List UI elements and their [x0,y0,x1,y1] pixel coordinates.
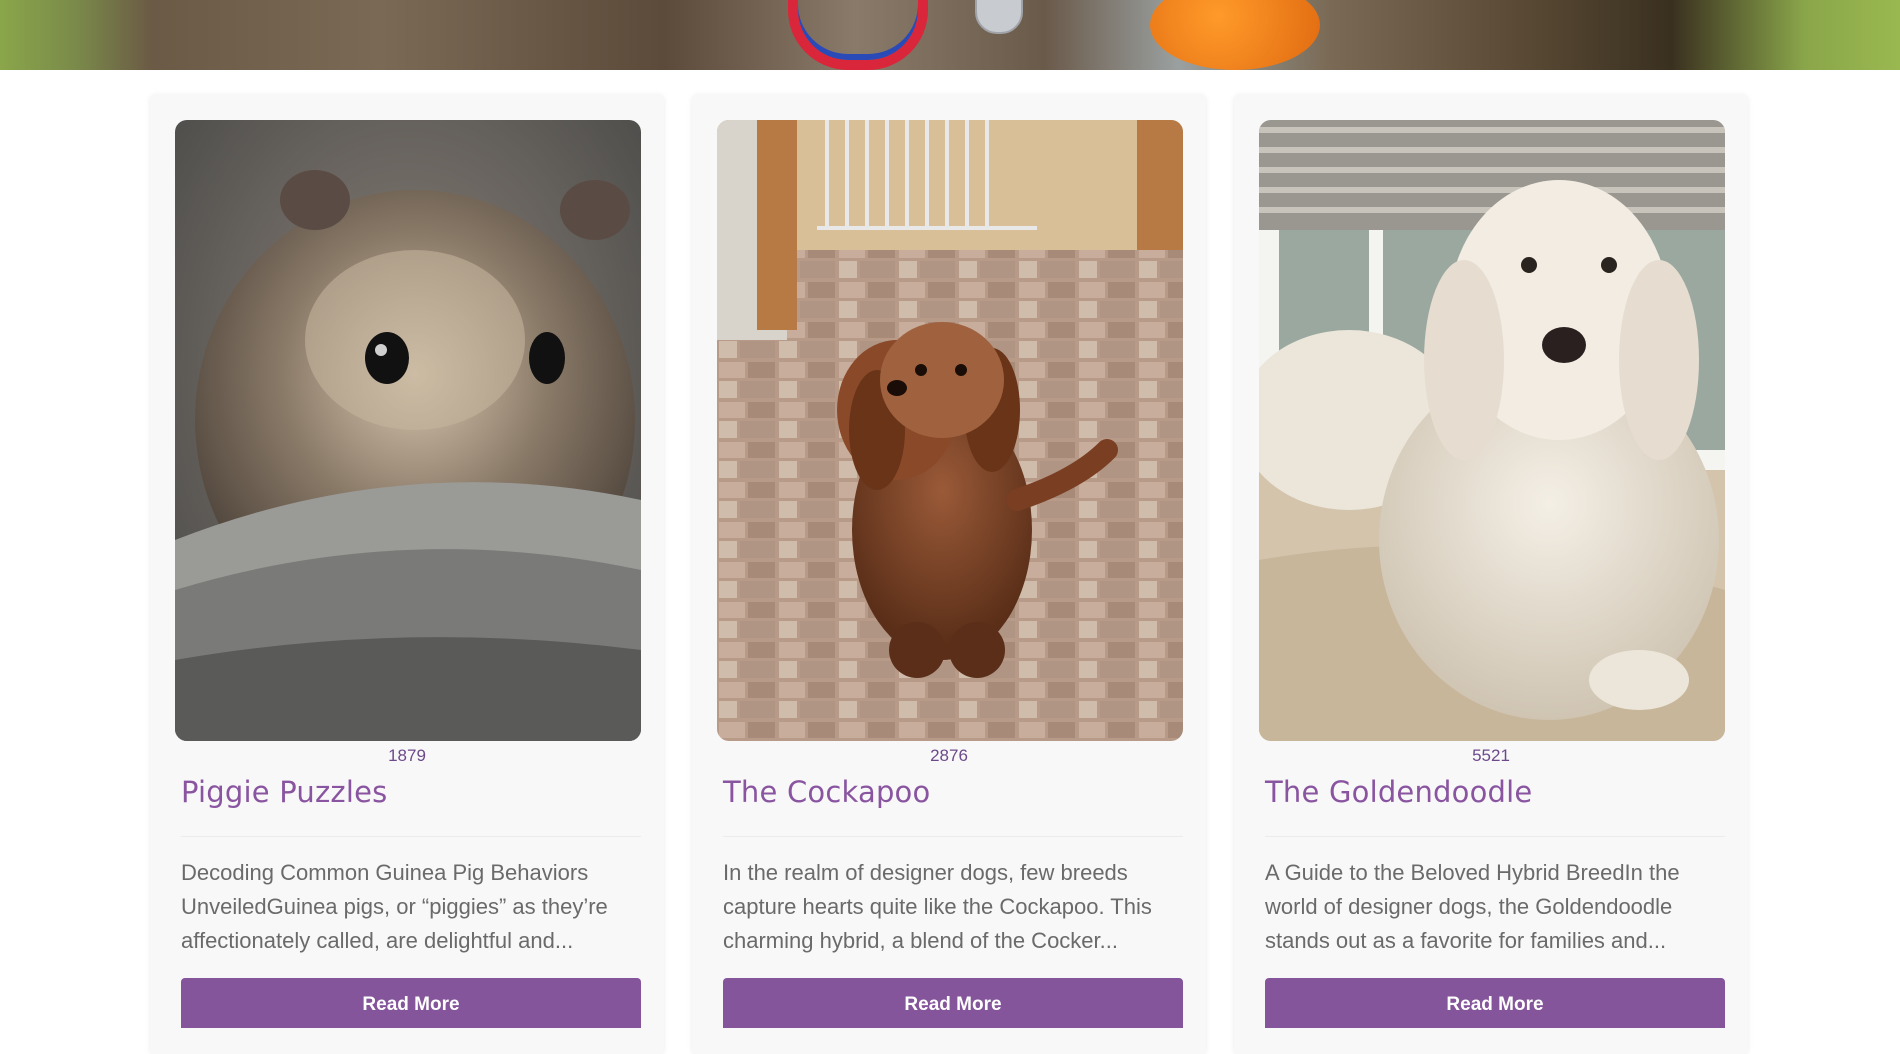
goldendoodle-photo[interactable] [1259,120,1725,741]
divider [1265,836,1725,837]
article-card: 5521 The Goldendoodle A Guide to the Bel… [1234,94,1748,1054]
view-count: 2876 [930,746,968,765]
article-card: 1879 Piggie Puzzles Decoding Common Guin… [150,94,664,1054]
rope-toy-graphic [788,0,928,70]
article-excerpt: A Guide to the Beloved Hybrid BreedIn th… [1265,860,1680,953]
article-title[interactable]: The Cockapoo [723,775,930,809]
article-excerpt: In the realm of designer dogs, few breed… [723,860,1152,953]
read-more-button[interactable]: Read More [723,978,1183,1028]
collar-tag-graphic [975,0,1023,34]
read-more-button[interactable]: Read More [1265,978,1725,1028]
orange-toy-graphic [1150,0,1320,70]
guinea-pig-photo[interactable] [175,120,641,741]
hero-banner-image [0,0,1900,70]
article-title[interactable]: Piggie Puzzles [181,775,387,809]
divider [181,836,641,837]
read-more-button[interactable]: Read More [181,978,641,1028]
view-count: 1879 [388,746,426,765]
article-card: 2876 The Cockapoo In the realm of design… [692,94,1206,1054]
cockapoo-photo[interactable] [717,120,1183,741]
article-excerpt: Decoding Common Guinea Pig Behaviors Unv… [181,860,608,953]
view-count: 5521 [1472,746,1510,765]
article-title[interactable]: The Goldendoodle [1265,775,1532,809]
divider [723,836,1183,837]
